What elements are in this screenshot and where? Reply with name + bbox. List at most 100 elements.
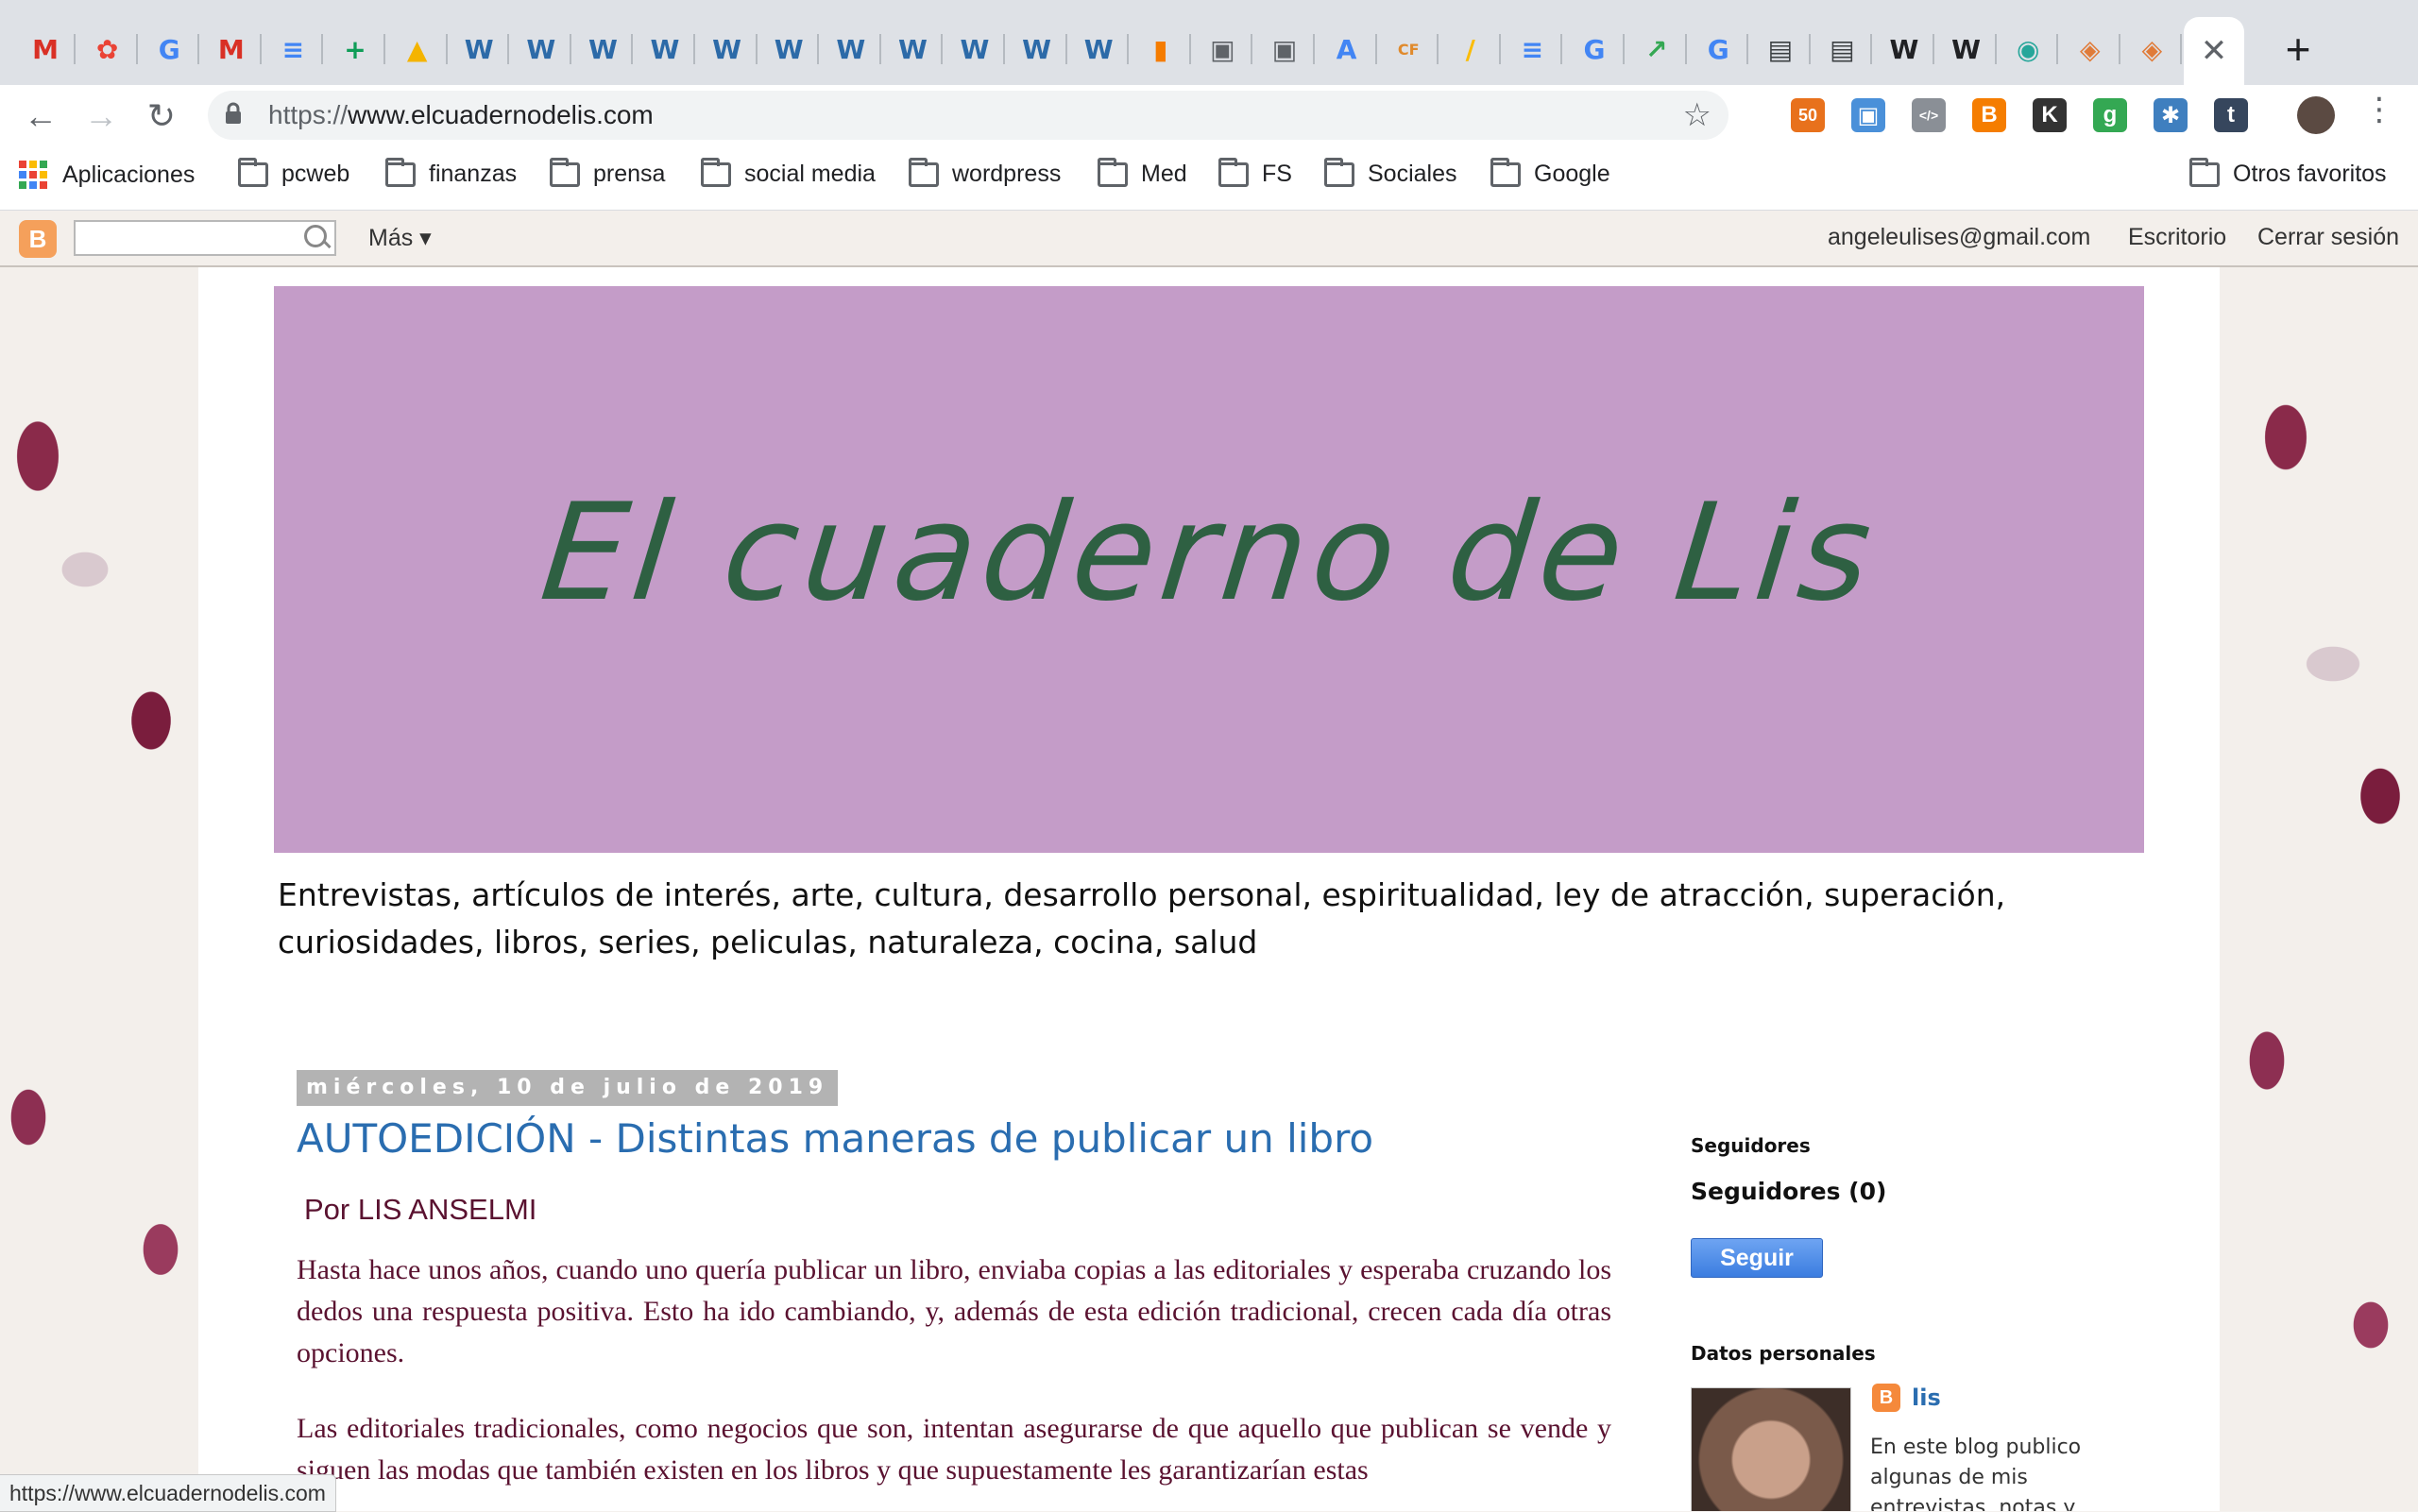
browser-tab[interactable]: W (635, 17, 695, 81)
seo-quake-icon[interactable]: 50 (1791, 98, 1825, 132)
post-body: Hasta hace unos años, cuando uno quería … (297, 1249, 1611, 1511)
logout-link[interactable]: Cerrar sesión (2257, 224, 2399, 251)
bookmark-folder[interactable]: Med (1098, 157, 1187, 188)
bookmark-star-icon[interactable]: ☆ (1683, 96, 1711, 134)
blog-header-banner[interactable]: El cuaderno de Lis (274, 286, 2144, 853)
forward-arrow-icon: → (84, 96, 118, 135)
bookmark-folder[interactable]: Sociales (1324, 157, 1457, 188)
bookmark-label: social media (744, 161, 876, 187)
tab-separator (569, 34, 571, 64)
gmail-icon: M (32, 33, 59, 65)
tumblr-icon[interactable]: t (2214, 98, 2248, 132)
blogger-logo-icon[interactable]: B (19, 220, 57, 258)
docs-icon: ≡ (1521, 33, 1544, 65)
tab-separator (878, 34, 881, 64)
browser-tab[interactable]: ▤ (1750, 17, 1811, 81)
profile-avatar[interactable] (2297, 96, 2335, 134)
reload-button[interactable]: ↻ (138, 93, 185, 140)
tab-separator (1623, 34, 1625, 64)
plus-icon: + (2285, 25, 2311, 74)
address-bar[interactable]: https://www.elcuadernodelis.com ☆ (208, 91, 1728, 140)
tab-separator (1933, 34, 1934, 64)
browser-tab[interactable]: M (201, 17, 262, 81)
browser-tab[interactable]: ◉ (1998, 17, 2059, 81)
photos-icon: ✿ (95, 33, 119, 65)
tab-separator (693, 34, 695, 64)
html-icon[interactable]: </> (1912, 98, 1946, 132)
browser-tab[interactable]: ↗ (1626, 17, 1687, 81)
bookmark-label: pcweb (281, 161, 350, 187)
tab-separator (2118, 34, 2120, 64)
forward-button[interactable]: → (77, 93, 125, 140)
browser-tab[interactable]: ▮ (1131, 17, 1191, 81)
browser-tab[interactable]: W (945, 17, 1005, 81)
browser-tab[interactable]: G (1688, 17, 1749, 81)
blog-description: Entrevistas, artículos de interés, arte,… (278, 876, 2006, 960)
blog-search-input[interactable] (74, 220, 336, 256)
browser-tab[interactable]: ▤ (1812, 17, 1873, 81)
browser-tab[interactable]: ≡ (263, 17, 324, 81)
browser-tab[interactable]: W (511, 17, 571, 81)
browser-tab[interactable]: ≡ (1502, 17, 1563, 81)
bookmark-folder[interactable]: Google (1490, 157, 1610, 188)
browser-tab[interactable]: / (1440, 17, 1501, 81)
more-menu[interactable]: Más ▾ (368, 224, 432, 252)
bookmarks-bar: Aplicaciones Otros favoritos pcweb finanz… (0, 145, 2418, 211)
tab-separator (2180, 34, 2183, 64)
bookmark-folder[interactable]: pcweb (238, 157, 350, 188)
browser-tab[interactable]: G (1564, 17, 1625, 81)
browser-tab[interactable]: ✿ (77, 17, 138, 81)
k-icon[interactable]: K (2033, 98, 2067, 132)
browser-tab[interactable]: W (1068, 17, 1130, 81)
browser-tab[interactable]: W (1007, 17, 1067, 81)
google-plus-icon[interactable]: g (2093, 98, 2127, 132)
browser-tab[interactable]: CF (1378, 17, 1439, 81)
sheets-icon: + (344, 33, 366, 65)
browser-tab[interactable]: G (139, 17, 200, 81)
browser-tab[interactable]: W (572, 17, 634, 81)
bookmark-folder[interactable]: prensa (550, 157, 665, 188)
user-email-link[interactable]: angeleulises@gmail.com (1828, 224, 2090, 251)
browser-tab[interactable]: W (1936, 17, 1997, 81)
bookmark-label: FS (1262, 161, 1292, 187)
bookmark-folder[interactable]: wordpress (909, 157, 1061, 188)
new-tab-button[interactable]: + (2272, 23, 2324, 76)
tab-separator (631, 34, 634, 64)
author-avatar[interactable] (1691, 1387, 1851, 1511)
browser-tab[interactable]: ▣ (1192, 17, 1253, 81)
blogger-icon[interactable]: B (1972, 98, 2006, 132)
browser-tab[interactable]: W (1874, 17, 1934, 81)
browser-tab[interactable]: W (758, 17, 820, 81)
author-profile-link[interactable]: B lis (1872, 1384, 1941, 1412)
browser-tab[interactable]: W (449, 17, 510, 81)
browser-tab[interactable]: ◈ (2121, 17, 2183, 81)
search-icon[interactable] (304, 225, 327, 247)
browser-tab[interactable]: ▣ (1254, 17, 1315, 81)
google-icon: G (1583, 33, 1606, 65)
browser-tab[interactable]: W (821, 17, 881, 81)
browser-tab[interactable]: M (15, 17, 76, 81)
screen-capture-icon[interactable]: ▣ (1851, 98, 1885, 132)
browser-tab[interactable]: ◈ (2060, 17, 2120, 81)
browser-menu-icon[interactable]: ⋮ (2363, 91, 2395, 128)
bookmark-folder[interactable]: FS (1218, 157, 1292, 188)
bookmark-other-favorites[interactable]: Otros favoritos (2189, 157, 2387, 188)
follow-button[interactable]: Seguir (1691, 1238, 1823, 1278)
post-title-link[interactable]: AUTOEDICIÓN - Distintas maneras de publi… (297, 1115, 1373, 1162)
bookmark-folder[interactable]: finanzas (385, 157, 517, 188)
active-tab[interactable]: ✕ (2184, 17, 2244, 85)
desk-link[interactable]: Escritorio (2128, 224, 2226, 251)
browser-tab[interactable]: ▲ (387, 17, 448, 81)
bookmark-folder[interactable]: social media (701, 157, 876, 188)
close-tab-icon[interactable]: ✕ (2201, 32, 2228, 70)
analytics-icon: ▮ (1153, 33, 1168, 65)
back-button[interactable]: ← (17, 93, 64, 140)
bookmark-apps[interactable]: Aplicaciones (19, 161, 195, 189)
browser-tab[interactable]: W (882, 17, 944, 81)
network-icon[interactable]: ✱ (2154, 98, 2188, 132)
browser-tab[interactable]: + (325, 17, 385, 81)
tab-separator (1560, 34, 1563, 64)
wordpress-icon: W (526, 33, 556, 65)
browser-tab[interactable]: W (697, 17, 758, 81)
browser-tab[interactable]: A (1317, 17, 1377, 81)
